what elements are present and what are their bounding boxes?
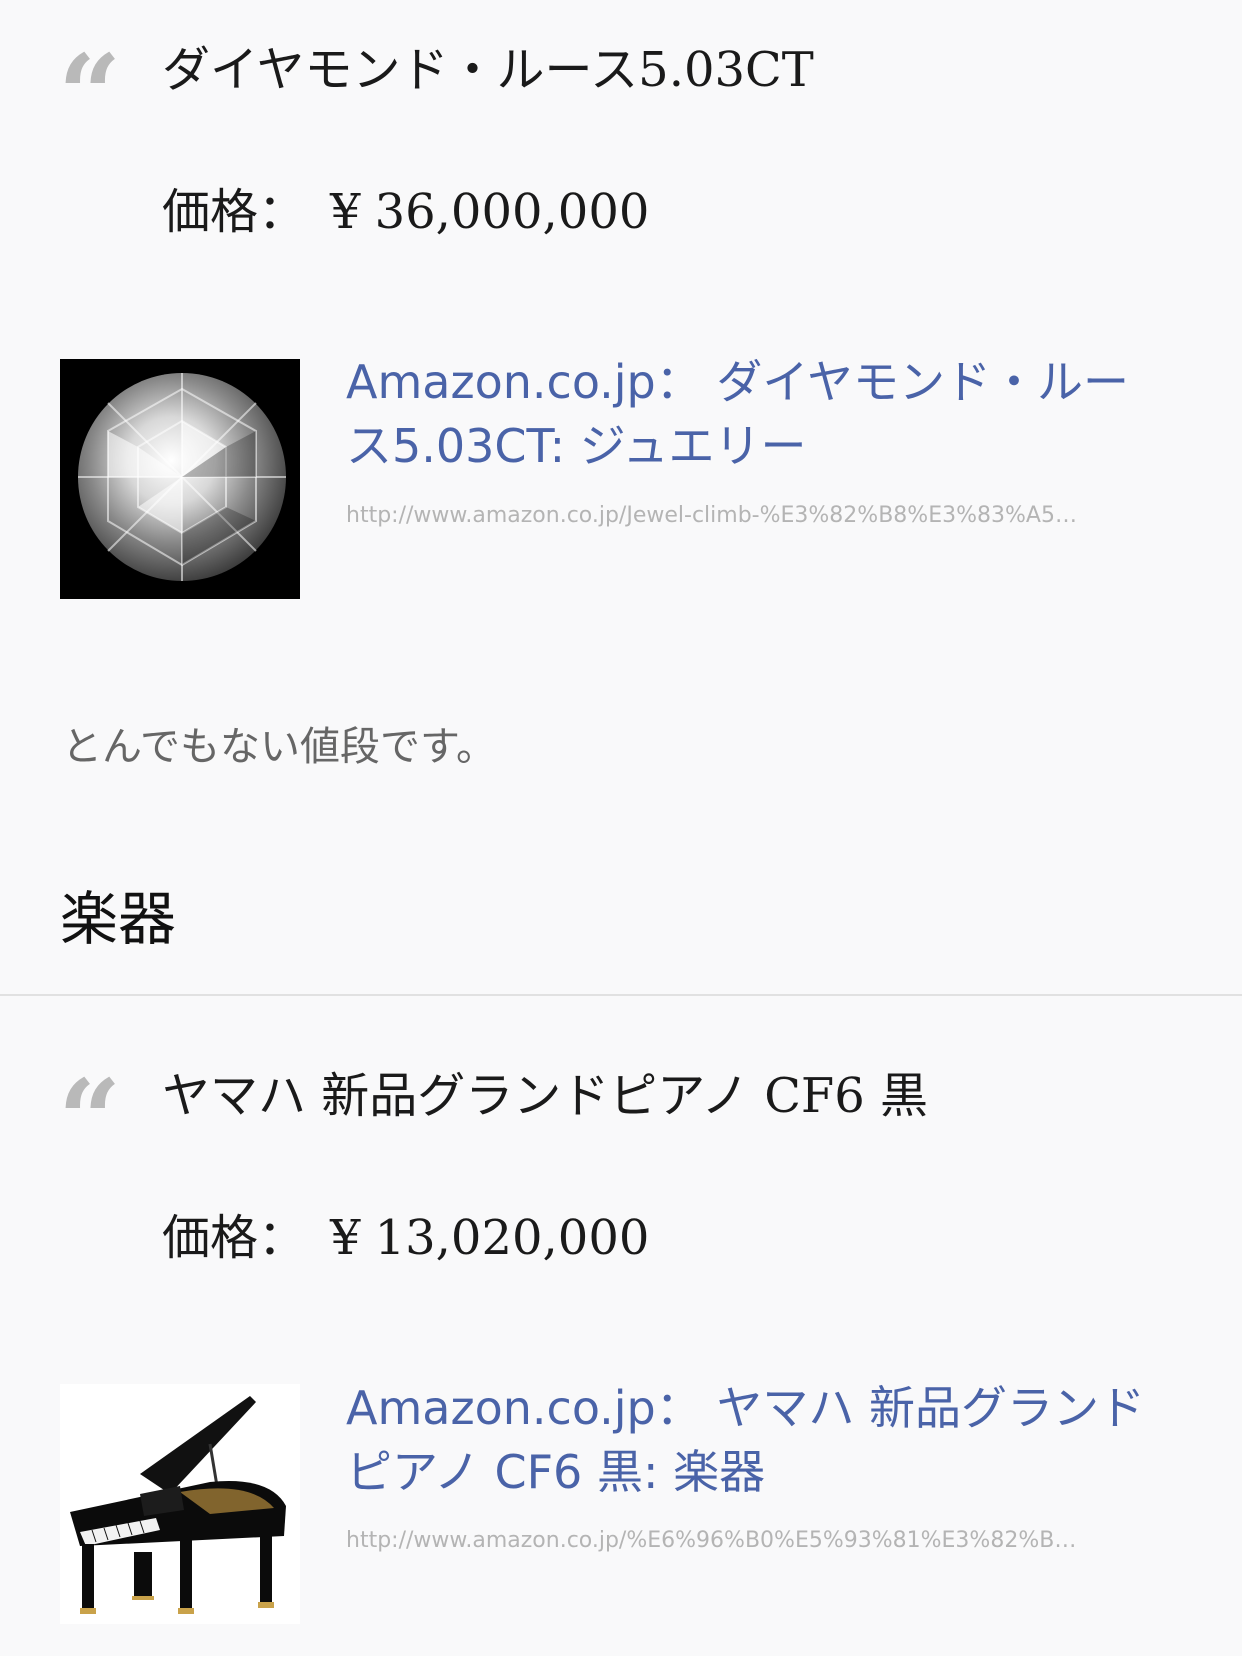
grand-piano-image[interactable] [60,1384,300,1624]
amazon-link-url[interactable]: http://www.amazon.co.jp/Jewel-climb-%E3%… [346,503,1176,528]
price-value: 36,000,000 [374,184,650,240]
price-label: 価格： [162,184,307,240]
price-line: 価格： ¥36,000,000 [162,188,649,236]
comment-text: とんでもない値段です。 [62,724,496,770]
price-label: 価格： [162,1210,307,1266]
section-heading: 楽器 [60,885,177,953]
diamond-icon [60,359,300,599]
quote-title: ダイヤモンド・ルース5.03CT [162,42,814,98]
price-value: 13,020,000 [374,1210,650,1266]
quote-mark-icon: “ [58,30,121,159]
section-divider [0,994,1242,996]
diamond-image[interactable] [60,359,300,599]
amazon-link-url[interactable]: http://www.amazon.co.jp/%E6%96%B0%E5%93%… [346,1528,1176,1553]
grand-piano-icon [60,1384,300,1624]
amazon-link-title[interactable]: Amazon.co.jp： ヤマハ 新品グランドピアノ CF6 黒: 楽器 [346,1376,1166,1504]
quote-mark-icon: “ [58,1055,121,1184]
price-currency: ¥ [330,1210,361,1266]
price-currency: ¥ [330,184,361,240]
price-line: 価格： ¥13,020,000 [162,1214,649,1262]
quote-title: ヤマハ 新品グランドピアノ CF6 黒 [162,1068,929,1124]
amazon-link-title[interactable]: Amazon.co.jp： ダイヤモンド・ルース5.03CT: ジュエリー [346,350,1166,478]
